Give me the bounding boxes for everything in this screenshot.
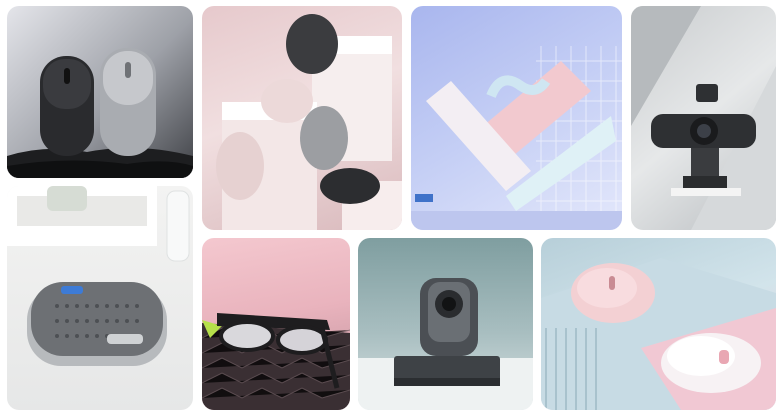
gallery-tile-sunglasses[interactable] <box>202 238 350 410</box>
gallery-tile-wireless-mice[interactable] <box>7 6 193 178</box>
sunglasses-photo <box>202 313 350 410</box>
gallery-tile-pink-mice[interactable] <box>541 238 776 410</box>
gallery-tile-ptz-camera[interactable] <box>358 238 533 410</box>
ptz-camera-photo <box>358 278 533 410</box>
speakerphone-photo <box>7 186 190 366</box>
gallery-tile-keyboards[interactable] <box>411 6 622 230</box>
gallery-tile-webcam[interactable] <box>631 6 776 230</box>
webcam-photo <box>631 6 776 230</box>
gallery-tile-ergonomic-mice[interactable] <box>202 6 402 230</box>
keyboards-photo <box>411 46 622 230</box>
gallery-tile-speakerphone[interactable] <box>7 186 193 410</box>
pink-mice-photo <box>541 258 776 410</box>
wireless-mice-photo <box>7 48 193 178</box>
ergonomic-mice-photo <box>216 14 402 230</box>
